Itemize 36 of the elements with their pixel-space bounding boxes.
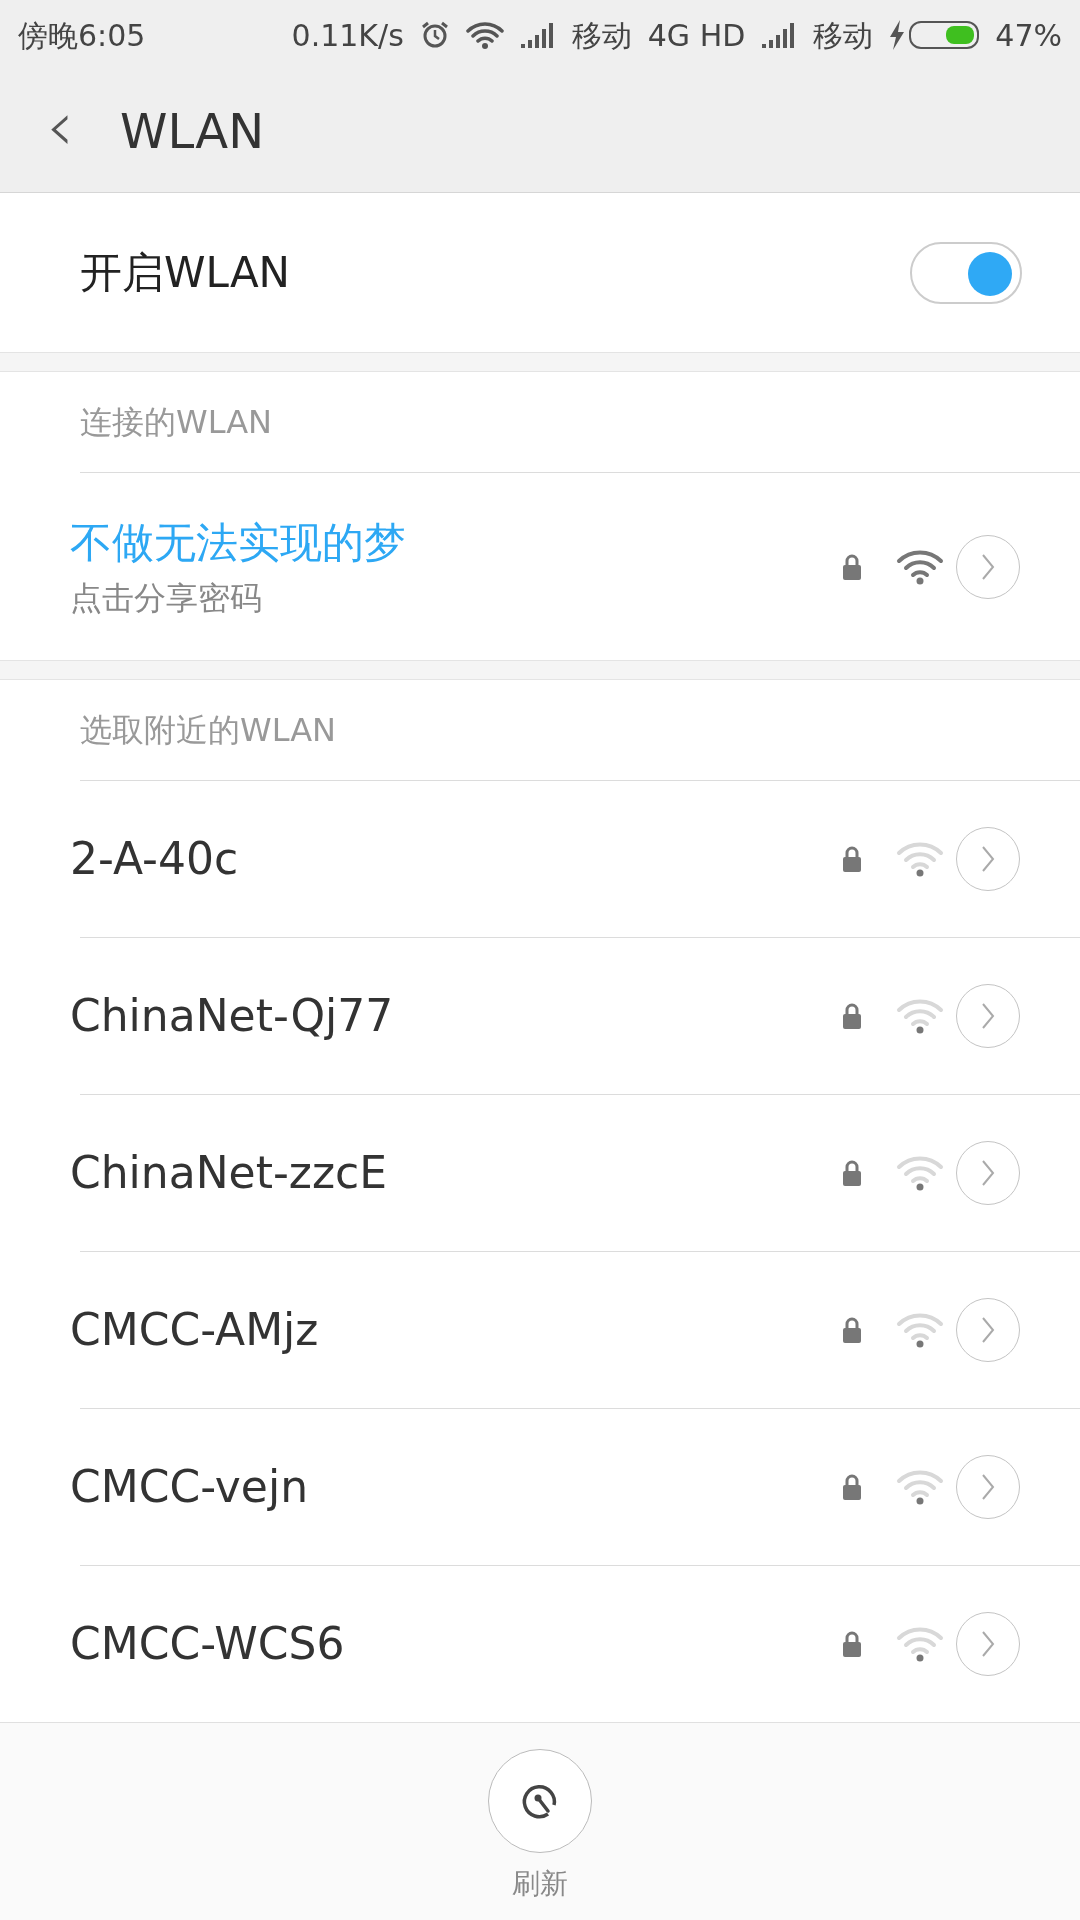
chevron-right-icon: [980, 1629, 996, 1659]
refresh-label: 刷新: [512, 1866, 568, 1902]
battery-icon: [909, 21, 980, 49]
wifi-signal-icon: [896, 1312, 944, 1348]
chevron-right-icon: [980, 1472, 996, 1502]
back-button[interactable]: ‹: [0, 91, 120, 171]
carrier-name: 移动: [813, 16, 874, 55]
carrier-name: 移动: [571, 16, 632, 55]
network-name[interactable]: CMCC-AMjz: [70, 1297, 319, 1363]
wifi-signal-icon: [896, 1155, 944, 1191]
alarm-clock-icon: [419, 20, 450, 50]
network-name[interactable]: ChinaNet-zzcE: [70, 1140, 387, 1206]
page-title: WLAN: [120, 102, 265, 161]
network-name[interactable]: ChinaNet-Qj77: [70, 983, 394, 1049]
wifi-signal-icon: [896, 548, 944, 585]
status-time: 傍晚6:05: [18, 16, 146, 55]
battery-percent: 47%: [995, 16, 1062, 55]
wifi-signal-icon: [896, 998, 944, 1034]
wifi-signal-icon: [896, 841, 944, 877]
wifi-icon: [465, 21, 504, 49]
network-name[interactable]: 2-A-40c: [70, 826, 239, 892]
cell-signal-icon: [519, 22, 556, 48]
network-type: 4G HD: [647, 16, 746, 55]
network-speed: 0.11K/s: [291, 16, 404, 55]
network-name[interactable]: CMCC-WCS6: [70, 1611, 345, 1677]
chevron-right-icon: [980, 1001, 996, 1031]
network-name[interactable]: CMCC-vejn: [70, 1454, 309, 1520]
chevron-right-icon: [980, 1315, 996, 1345]
section-header: 选取附近的WLAN: [80, 710, 337, 751]
setting-label: 开启WLAN: [80, 247, 291, 299]
network-subtitle: 点击分享密码: [70, 578, 263, 619]
chevron-right-icon: [980, 844, 996, 874]
wifi-signal-icon: [896, 1626, 944, 1662]
section-header: 连接的WLAN: [80, 402, 273, 443]
wifi-signal-icon: [896, 1469, 944, 1505]
chevron-right-icon: [980, 1158, 996, 1188]
